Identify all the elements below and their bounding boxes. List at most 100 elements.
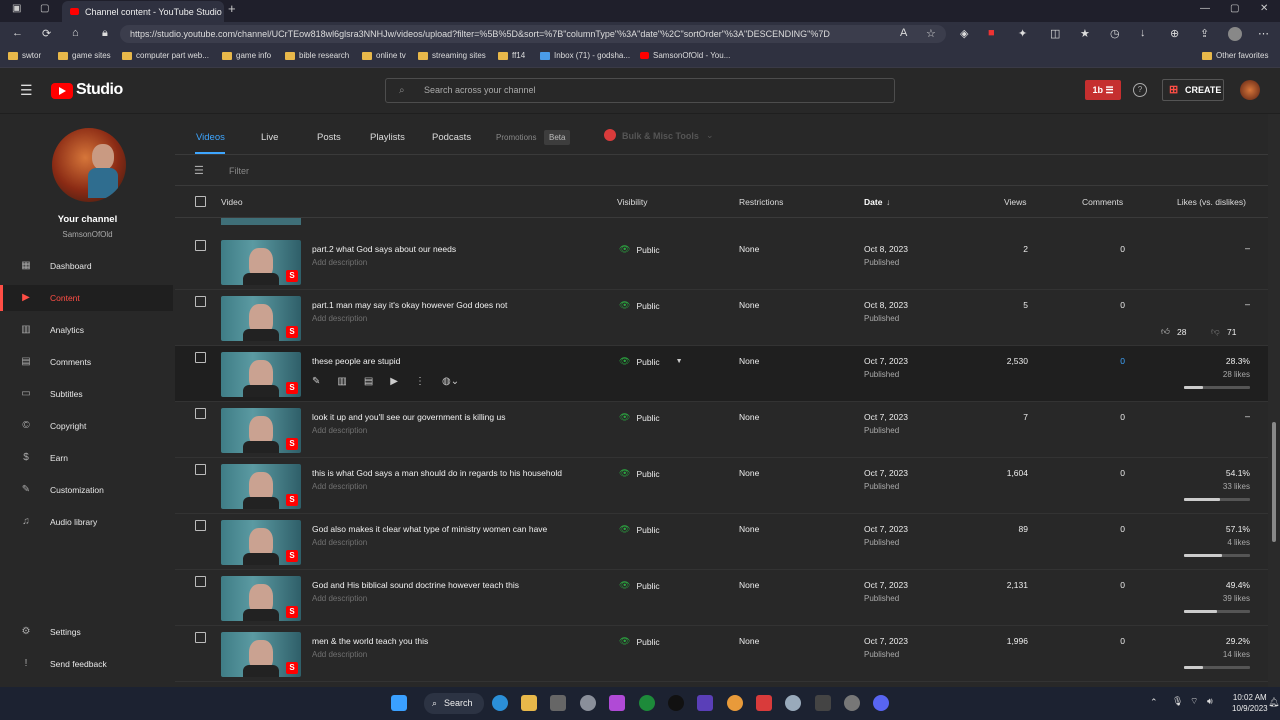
bookmark-link[interactable]: SamsonOfOld - You...	[640, 51, 730, 60]
extension-menu-icon[interactable]: 1b ☰	[1085, 80, 1121, 100]
scrollbar[interactable]	[1268, 114, 1280, 687]
table-row[interactable]: Sthis is what God says a man should do i…	[175, 458, 1268, 514]
help-icon[interactable]: ?	[1133, 83, 1147, 97]
settings-app-icon[interactable]	[580, 695, 596, 711]
filter-input[interactable]: Filter	[229, 166, 249, 176]
extensions-icon[interactable]: ✦	[1018, 27, 1027, 40]
app-icon[interactable]	[609, 695, 625, 711]
share-icon[interactable]: ⇪	[1200, 27, 1209, 40]
row-checkbox[interactable]	[195, 520, 206, 531]
sidebar-item-settings[interactable]: ⚙ Settings	[0, 619, 173, 645]
hamburger-menu-icon[interactable]: ☰	[20, 82, 33, 99]
video-thumbnail[interactable]: S	[221, 240, 301, 285]
row-checkbox[interactable]	[195, 240, 206, 251]
row-checkbox[interactable]	[195, 352, 206, 363]
video-title[interactable]: look it up and you'll see our government…	[312, 412, 505, 422]
sidebar-item-content[interactable]: ▶ Content	[0, 285, 173, 311]
video-description[interactable]: Add description	[312, 426, 367, 435]
channel-avatar[interactable]	[52, 128, 126, 202]
read-aloud-icon[interactable]: A	[900, 27, 907, 39]
bookmark-folder[interactable]: ff14	[498, 51, 525, 60]
column-comments[interactable]: Comments	[1082, 197, 1123, 207]
more-options-icon[interactable]: ⋮	[415, 376, 425, 387]
bulk-tools-icon[interactable]: ◍⌄	[442, 376, 459, 387]
video-title[interactable]: this is what God says a man should do in…	[312, 468, 562, 478]
comments-icon[interactable]: ▤	[364, 376, 373, 387]
tab-promotions[interactable]: Promotions	[496, 133, 536, 142]
sidebar-item-customization[interactable]: ✎ Customization	[0, 477, 173, 503]
minimize-icon[interactable]: —	[1200, 3, 1210, 14]
comments-cell[interactable]: 0	[1120, 356, 1125, 366]
visibility-cell[interactable]: 👁︎ Public ▼	[619, 356, 683, 367]
file-explorer-icon[interactable]	[521, 695, 537, 711]
search-input[interactable]: ⌕ Search across your channel	[385, 78, 895, 103]
video-title[interactable]: God also makes it clear what type of min…	[312, 524, 547, 534]
video-thumbnail[interactable]: S	[221, 296, 301, 341]
video-title[interactable]: these people are stupid	[312, 356, 400, 366]
profile-avatar-icon[interactable]	[1228, 27, 1242, 41]
taskbar-clock[interactable]: 10:02 AM 10/9/2023	[1232, 692, 1268, 714]
tab-actions-icon[interactable]: ▢	[40, 3, 49, 14]
favorite-star-icon[interactable]: ☆	[926, 27, 936, 40]
column-restrictions[interactable]: Restrictions	[739, 197, 783, 207]
video-description[interactable]: Add description	[312, 594, 367, 603]
other-favorites[interactable]: Other favorites	[1202, 51, 1268, 60]
microphone-icon[interactable]: 🎙︎	[1172, 696, 1183, 707]
video-description[interactable]: Add description	[312, 538, 367, 547]
sidebar-item-analytics[interactable]: ▥ Analytics	[0, 317, 173, 343]
bookmark-folder[interactable]: computer part web...	[122, 51, 209, 60]
edge-browser-icon[interactable]	[492, 695, 508, 711]
table-row[interactable]: Spart.2 what God says about our needs Add…	[175, 234, 1268, 290]
column-likes[interactable]: Likes (vs. dislikes)	[1177, 197, 1246, 207]
bookmark-folder[interactable]: game info	[222, 51, 271, 60]
favorites-icon[interactable]: ★	[1080, 27, 1090, 40]
network-icon[interactable]: ⌔	[1190, 696, 1198, 707]
video-thumbnail[interactable]: S	[221, 632, 301, 677]
row-checkbox[interactable]	[195, 296, 206, 307]
row-checkbox[interactable]	[195, 408, 206, 419]
row-checkbox[interactable]	[195, 632, 206, 643]
video-thumbnail[interactable]: S	[221, 352, 301, 397]
create-button[interactable]: ⊞ CREATE	[1162, 79, 1224, 101]
table-row[interactable]: Slook it up and you'll see our governmen…	[175, 402, 1268, 458]
maximize-icon[interactable]: ▢	[1230, 3, 1239, 14]
youtube-logo-icon[interactable]	[51, 83, 73, 99]
video-title[interactable]: part.2 what God says about our needs	[312, 244, 456, 254]
app-icon[interactable]	[785, 695, 801, 711]
tab-playlists[interactable]: Playlists	[370, 132, 405, 143]
table-row[interactable]: Smen & the world teach you this Add descr…	[175, 626, 1268, 682]
video-thumbnail[interactable]: S	[221, 520, 301, 565]
edit-pencil-icon[interactable]: ✎	[312, 376, 320, 387]
history-icon[interactable]: ◷	[1110, 27, 1120, 40]
app-icon[interactable]	[727, 695, 743, 711]
video-thumbnail[interactable]: S	[221, 408, 301, 453]
bookmark-folder[interactable]: streaming sites	[418, 51, 486, 60]
sort-arrow-down-icon[interactable]: ↓	[886, 197, 890, 207]
home-icon[interactable]: ⌂	[72, 27, 79, 39]
tray-chevron-icon[interactable]: ⌃	[1150, 697, 1158, 708]
downloads-icon[interactable]: ↓	[1140, 27, 1146, 39]
volume-icon[interactable]: 🔊︎	[1207, 696, 1213, 707]
discord-icon[interactable]	[873, 695, 889, 711]
dropdown-arrow-icon[interactable]: ▼	[676, 358, 683, 365]
table-row[interactable]: S God and His biblical sound doctrine how…	[175, 570, 1268, 626]
amazon-music-icon[interactable]	[697, 695, 713, 711]
more-menu-icon[interactable]: ⋯	[1258, 27, 1269, 40]
tab-podcasts[interactable]: Podcasts	[432, 132, 471, 143]
video-description[interactable]: Add description	[312, 258, 367, 267]
taskbar-search[interactable]: ⌕ Search	[424, 693, 484, 714]
video-description[interactable]: Add description	[312, 650, 367, 659]
sidebar-item-audio-library[interactable]: ♫ Audio library	[0, 509, 173, 535]
bookmark-folder[interactable]: game sites	[58, 51, 111, 60]
row-checkbox[interactable]	[195, 464, 206, 475]
column-visibility[interactable]: Visibility	[617, 197, 648, 207]
sidebar-item-comments[interactable]: ▤ Comments	[0, 349, 173, 375]
scrollbar-thumb[interactable]	[1272, 422, 1276, 542]
bookmark-link[interactable]: Inbox (71) - godsha...	[540, 51, 630, 60]
video-title[interactable]: men & the world teach you this	[312, 636, 428, 646]
sidebar-item-send-feedback[interactable]: ! Send feedback	[0, 651, 173, 677]
studio-logo-text[interactable]: Studio	[76, 81, 123, 99]
sidebar-item-subtitles[interactable]: ▭ Subtitles	[0, 381, 173, 407]
tab-posts[interactable]: Posts	[317, 132, 341, 143]
new-tab-icon[interactable]: +	[228, 1, 236, 16]
